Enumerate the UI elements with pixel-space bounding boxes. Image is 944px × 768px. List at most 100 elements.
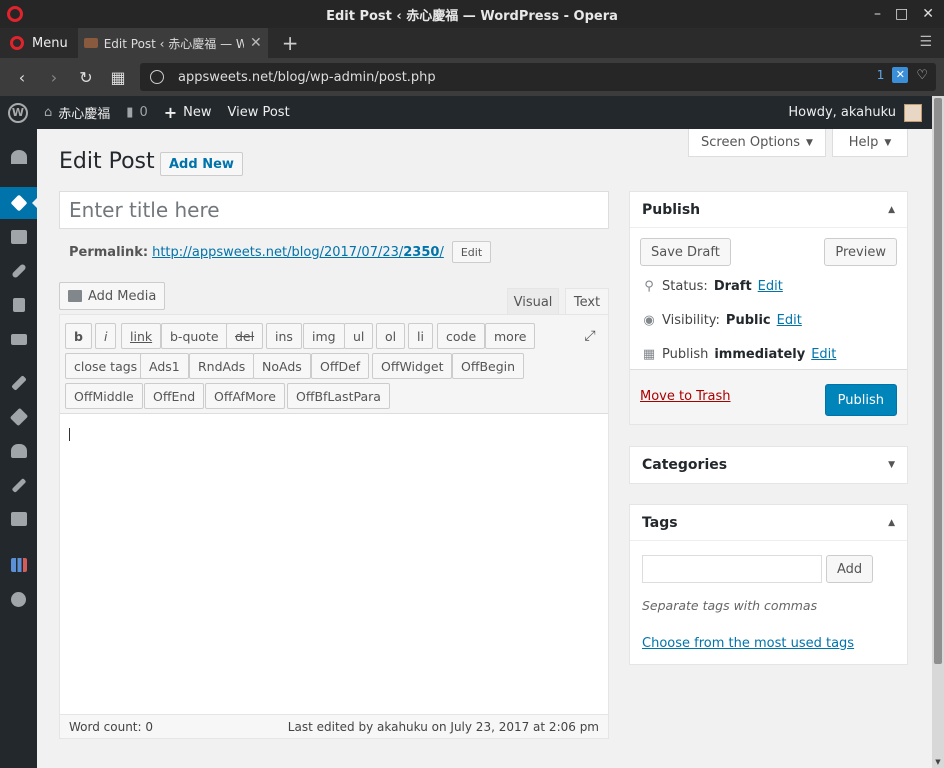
visibility-edit-link[interactable]: Edit <box>777 313 802 328</box>
url-text[interactable]: appsweets.net/blog/wp-admin/post.php <box>178 70 436 85</box>
post-title-input[interactable]: Enter title here <box>59 191 609 229</box>
publish-box-header[interactable]: Publish ▲ <box>630 192 907 228</box>
qt-noads-button[interactable]: NoAds <box>253 353 311 379</box>
preview-button[interactable]: Preview <box>824 238 897 266</box>
qt-more-button[interactable]: more <box>485 323 536 349</box>
add-media-button[interactable]: Add Media <box>59 282 166 310</box>
pages-icon[interactable] <box>0 289 37 321</box>
qt-code-button[interactable]: code <box>437 323 486 349</box>
forward-icon[interactable]: › <box>38 68 70 87</box>
choose-most-used-tags-link[interactable]: Choose from the most used tags <box>642 636 854 651</box>
visibility-row: ◉ Visibility: Public Edit <box>642 313 802 328</box>
qt-offdef-button[interactable]: OffDef <box>311 353 370 379</box>
new-content-menu[interactable]: + New <box>156 96 220 129</box>
publish-button[interactable]: Publish <box>824 384 897 416</box>
media-icon[interactable] <box>0 221 37 253</box>
permalink-edit-button[interactable]: Edit <box>451 241 492 263</box>
bookmark-heart-icon[interactable]: ♡ <box>916 68 928 83</box>
tab-visual[interactable]: Visual <box>507 288 559 315</box>
minimize-icon[interactable]: – <box>874 6 881 22</box>
move-to-trash-link[interactable]: Move to Trash <box>640 389 731 404</box>
tools-wrench-icon[interactable] <box>0 469 37 501</box>
qt-offwidget-button[interactable]: OffWidget <box>372 353 453 379</box>
schedule-edit-link[interactable]: Edit <box>811 347 836 362</box>
collapse-up-icon[interactable]: ▲ <box>888 518 895 528</box>
tag-input[interactable] <box>642 555 822 583</box>
content-textarea[interactable] <box>60 414 608 714</box>
qt-ins-button[interactable]: ins <box>266 323 302 349</box>
qt-del-button[interactable]: del <box>226 323 264 349</box>
fullscreen-icon[interactable]: ⤢ <box>582 328 598 344</box>
opera-menu-button[interactable]: Menu <box>0 28 78 58</box>
tab-text[interactable]: Text <box>565 288 609 315</box>
close-icon[interactable]: ✕ <box>922 6 934 22</box>
quicktags-toolbar: b i link b-quote del ins img ul ol li co… <box>60 315 608 414</box>
qt-offbflastpara-button[interactable]: OffBfLastPara <box>287 383 390 409</box>
adblock-icon[interactable]: ✕ <box>892 67 909 83</box>
links-icon[interactable] <box>0 255 37 287</box>
address-bar[interactable]: appsweets.net/blog/wp-admin/post.php 1 ✕… <box>140 63 936 91</box>
reload-icon[interactable]: ↻ <box>70 68 102 87</box>
plugins-icon[interactable] <box>0 401 37 433</box>
tab-menu-icon[interactable]: ☰ <box>919 34 932 50</box>
scroll-down-icon[interactable]: ▼ <box>932 758 944 766</box>
wp-admin-sidebar <box>0 129 38 768</box>
user-menu[interactable]: Howdy, akahuku <box>788 103 922 122</box>
status-edit-link[interactable]: Edit <box>758 279 783 294</box>
maximize-icon[interactable]: □ <box>895 6 908 22</box>
qt-bquote-button[interactable]: b-quote <box>161 323 228 349</box>
wp-admin-bar: W ⌂ 赤心慶福 ▮ 0 + New View Post Howdy, akah… <box>0 96 932 129</box>
qt-offmiddle-button[interactable]: OffMiddle <box>65 383 143 409</box>
add-tag-button[interactable]: Add <box>826 555 874 583</box>
qt-ol-button[interactable]: ol <box>376 323 406 349</box>
help-button[interactable]: Help ▼ <box>832 129 908 157</box>
settings-icon[interactable] <box>0 503 37 535</box>
scrollbar-thumb[interactable] <box>934 98 942 664</box>
qt-offbegin-button[interactable]: OffBegin <box>452 353 525 379</box>
qt-rndads-button[interactable]: RndAds <box>189 353 255 379</box>
publish-box-title: Publish <box>642 201 701 218</box>
back-icon[interactable]: ‹ <box>6 68 38 87</box>
tags-box-header[interactable]: Tags ▲ <box>630 505 907 541</box>
users-icon[interactable] <box>0 435 37 467</box>
site-name-link[interactable]: ⌂ 赤心慶福 <box>36 96 118 129</box>
qt-ul-button[interactable]: ul <box>344 323 374 349</box>
categories-box-header[interactable]: Categories ▼ <box>630 447 907 483</box>
qt-close-tags-button[interactable]: close tags <box>65 353 147 379</box>
browser-tab[interactable]: Edit Post ‹ 赤心慶福 — Wo ✕ <box>77 28 268 58</box>
eye-icon: ◉ <box>643 313 655 328</box>
qt-offend-button[interactable]: OffEnd <box>144 383 205 409</box>
appearance-brush-icon[interactable] <box>0 367 37 399</box>
posts-pin-icon[interactable] <box>0 187 38 219</box>
screen-options-button[interactable]: Screen Options ▼ <box>688 129 826 157</box>
last-edited: Last edited by akahuku on July 23, 2017 … <box>287 719 599 734</box>
qt-img-button[interactable]: img <box>303 323 345 349</box>
save-draft-button[interactable]: Save Draft <box>640 238 731 266</box>
favicon-icon <box>83 38 98 48</box>
comments-icon[interactable] <box>0 323 37 355</box>
view-post-link[interactable]: View Post <box>219 96 297 129</box>
wp-logo-menu[interactable]: W <box>0 96 36 129</box>
comments-link[interactable]: ▮ 0 <box>118 96 155 129</box>
dashboard-icon[interactable] <box>0 141 37 173</box>
expand-down-icon[interactable]: ▼ <box>888 460 895 470</box>
new-tab-icon[interactable]: + <box>282 31 299 55</box>
collapse-menu-icon[interactable] <box>0 583 37 615</box>
caret-down-icon: ▼ <box>806 137 813 148</box>
qt-ads1-button[interactable]: Ads1 <box>140 353 189 379</box>
media-icon <box>68 290 82 302</box>
tab-close-icon[interactable]: ✕ <box>250 35 262 51</box>
speed-dial-icon[interactable]: ▦ <box>102 68 134 87</box>
stats-chart-icon[interactable] <box>0 549 37 581</box>
add-media-label: Add Media <box>88 288 157 304</box>
qt-italic-button[interactable]: i <box>95 323 117 349</box>
add-new-button[interactable]: Add New <box>160 152 243 176</box>
qt-bold-button[interactable]: b <box>65 323 92 349</box>
qt-li-button[interactable]: li <box>408 323 433 349</box>
permalink-link[interactable]: http://appsweets.net/blog/2017/07/23/235… <box>152 245 444 260</box>
schedule-row: ▦ Publish immediately Edit <box>642 347 837 362</box>
qt-link-button[interactable]: link <box>121 323 162 349</box>
collapse-up-icon[interactable]: ▲ <box>888 205 895 215</box>
page-scrollbar[interactable]: ▼ <box>932 96 944 768</box>
qt-offafmore-button[interactable]: OffAfMore <box>205 383 285 409</box>
